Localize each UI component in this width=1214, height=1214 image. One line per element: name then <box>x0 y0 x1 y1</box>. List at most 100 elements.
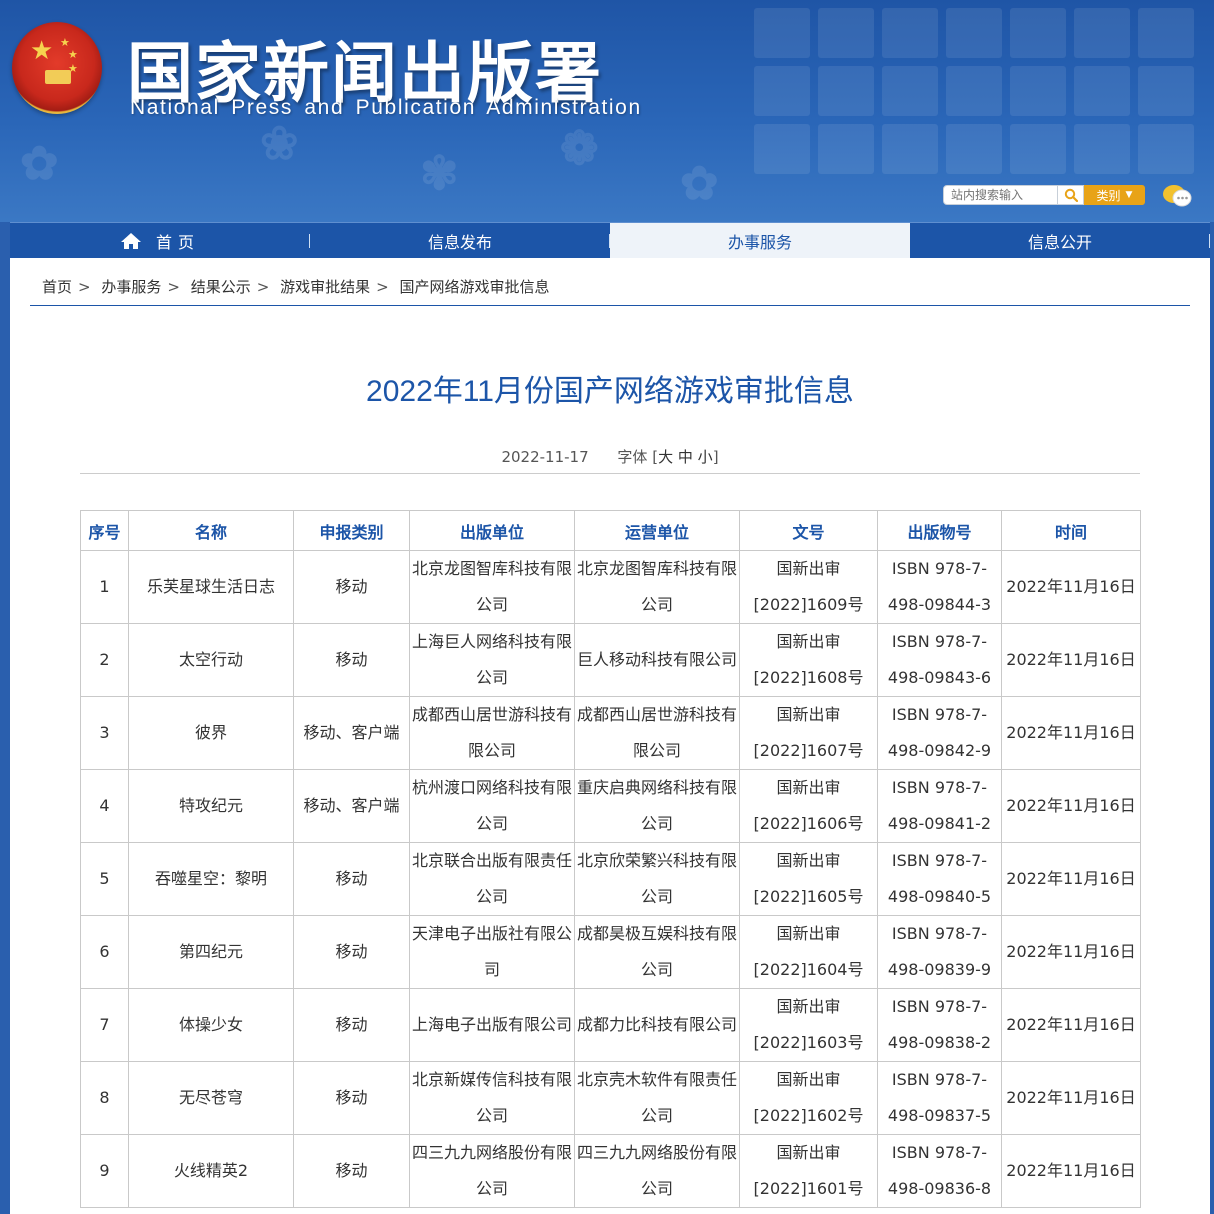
cell-operator: 北京龙图智库科技有限公司 <box>574 550 740 624</box>
cell-isbn: ISBN 978-7-498-09836-8 <box>877 1134 1002 1208</box>
cell-publisher: 成都西山居世游科技有限公司 <box>409 696 575 770</box>
cell-publisher: 北京龙图智库科技有限公司 <box>409 550 575 624</box>
search-button[interactable] <box>1058 185 1084 205</box>
search-bar: 类别 ▼ <box>943 184 1145 206</box>
cell-no: 9 <box>80 1134 129 1208</box>
national-emblem-icon[interactable]: ★ ★ ★ ★ ★ <box>12 22 102 114</box>
font-size-large[interactable]: 大 <box>658 448 673 466</box>
cell-type: 移动 <box>293 842 410 916</box>
table-row: 6 第四纪元 移动 天津电子出版社有限公司 成都昊极互娱科技有限公司 国新出审[2022]… <box>80 915 1141 989</box>
breadcrumb-link[interactable]: 国产网络游戏审批信息 <box>400 278 550 296</box>
nav-label: 首页 <box>155 233 200 252</box>
cell-name: 太空行动 <box>128 623 294 697</box>
game-approval-table: 序号 名称 申报类别 出版单位 运营单位 文号 出版物号 时间 1 乐芙星球生活日… <box>80 510 1141 1208</box>
cell-isbn: ISBN 978-7-498-09842-9 <box>877 696 1002 770</box>
breadcrumb-link[interactable]: 游戏审批结果 <box>280 278 370 296</box>
cell-name: 特攻纪元 <box>128 769 294 843</box>
column-header: 文号 <box>739 510 878 551</box>
cell-type: 移动 <box>293 550 410 624</box>
cell-operator: 北京壳木软件有限责任公司 <box>574 1061 740 1135</box>
article-title: 2022年11月份国产网络游戏审批信息 <box>366 375 854 408</box>
cell-publisher: 北京新媒传信科技有限公司 <box>409 1061 575 1135</box>
cell-doc: 国新出审[2022]1606号 <box>739 769 878 843</box>
font-size-medium[interactable]: 中 <box>678 448 693 466</box>
cell-doc: 国新出审[2022]1607号 <box>739 696 878 770</box>
cell-publisher: 上海巨人网络科技有限公司 <box>409 623 575 697</box>
cell-name: 火线精英2 <box>128 1134 294 1208</box>
nav-item-info-release[interactable]: 信息发布 <box>310 223 610 259</box>
cell-publisher: 天津电子出版社有限公司 <box>409 915 575 989</box>
breadcrumb-link[interactable]: 首页 <box>42 278 72 296</box>
cell-doc: 国新出审[2022]1601号 <box>739 1134 878 1208</box>
table-row: 3 彼界 移动、客户端 成都西山居世游科技有限公司 成都西山居世游科技有限公司 国新出审[… <box>80 696 1141 770</box>
breadcrumb-link[interactable]: 结果公示 <box>191 278 251 296</box>
cell-type: 移动、客户端 <box>293 769 410 843</box>
column-header: 运营单位 <box>574 510 740 551</box>
bracket: ] <box>712 448 719 466</box>
chat-icon[interactable] <box>1162 183 1192 209</box>
site-header: ✿ ❀ ✾ ❁ ✿ ★ ★ ★ ★ ★ 国家新闻出版署 National Pre… <box>0 0 1214 222</box>
column-header: 出版物号 <box>877 510 1002 551</box>
column-header: 申报类别 <box>293 510 410 551</box>
column-header: 名称 <box>128 510 294 551</box>
cell-doc: 国新出审[2022]1604号 <box>739 915 878 989</box>
column-header: 序号 <box>80 510 129 551</box>
nav-item-services[interactable]: 办事服务 <box>610 223 910 259</box>
cell-type: 移动 <box>293 1134 410 1208</box>
cell-type: 移动 <box>293 915 410 989</box>
publish-date: 2022-11-17 <box>501 448 589 466</box>
breadcrumb-link[interactable]: 办事服务 <box>101 278 161 296</box>
cell-publisher: 上海电子出版有限公司 <box>409 988 575 1062</box>
nav-label: 信息公开 <box>1027 233 1092 252</box>
cell-no: 7 <box>80 988 129 1062</box>
meta-divider <box>80 473 1140 474</box>
nav-label: 办事服务 <box>727 233 792 252</box>
cell-publisher: 四三九九网络股份有限公司 <box>409 1134 575 1208</box>
nav-item-info-disclosure[interactable]: 信息公开 <box>910 223 1210 259</box>
column-header: 出版单位 <box>409 510 575 551</box>
cell-doc: 国新出审[2022]1608号 <box>739 623 878 697</box>
nav-item-home[interactable]: 首页 <box>10 223 310 259</box>
cell-operator: 四三九九网络股份有限公司 <box>574 1134 740 1208</box>
cell-isbn: ISBN 978-7-498-09837-5 <box>877 1061 1002 1135</box>
cell-no: 2 <box>80 623 129 697</box>
cell-date: 2022年11月16日 <box>1001 769 1141 843</box>
main-nav: 首页 信息发布 办事服务 信息公开 <box>10 222 1210 259</box>
cell-isbn: ISBN 978-7-498-09844-3 <box>877 550 1002 624</box>
cell-operator: 北京欣荣繁兴科技有限公司 <box>574 842 740 916</box>
cell-date: 2022年11月16日 <box>1001 696 1141 770</box>
cell-operator: 成都昊极互娱科技有限公司 <box>574 915 740 989</box>
cell-doc: 国新出审[2022]1602号 <box>739 1061 878 1135</box>
cell-isbn: ISBN 978-7-498-09839-9 <box>877 915 1002 989</box>
cell-operator: 成都西山居世游科技有限公司 <box>574 696 740 770</box>
cell-no: 4 <box>80 769 129 843</box>
search-input[interactable] <box>943 185 1058 205</box>
caret-down-icon: ▼ <box>1125 190 1133 200</box>
cell-type: 移动 <box>293 1061 410 1135</box>
cell-date: 2022年11月16日 <box>1001 988 1141 1062</box>
font-size-small[interactable]: 小 <box>698 448 713 466</box>
site-subtitle: National Press and Publication Administr… <box>130 96 642 119</box>
cell-no: 5 <box>80 842 129 916</box>
breadcrumb: 首页 > 办事服务 > 结果公示 > 游戏审批结果 > 国产网络游戏审批信息 <box>42 278 550 296</box>
header-decoration <box>744 0 1214 215</box>
cell-doc: 国新出审[2022]1603号 <box>739 988 878 1062</box>
breadcrumb-divider <box>30 305 1190 306</box>
cell-type: 移动、客户端 <box>293 696 410 770</box>
table-row: 7 体操少女 移动 上海电子出版有限公司 成都力比科技有限公司 国新出审[2022]160… <box>80 988 1141 1062</box>
table-row: 2 太空行动 移动 上海巨人网络科技有限公司 巨人移动科技有限公司 国新出审[2022]1… <box>80 623 1141 697</box>
table-header-row: 序号 名称 申报类别 出版单位 运营单位 文号 出版物号 时间 <box>80 510 1141 551</box>
category-label: 类别 <box>1096 188 1121 203</box>
cell-operator: 重庆启典网络科技有限公司 <box>574 769 740 843</box>
category-dropdown[interactable]: 类别 ▼ <box>1084 185 1145 205</box>
cell-no: 8 <box>80 1061 129 1135</box>
cell-isbn: ISBN 978-7-498-09840-5 <box>877 842 1002 916</box>
cell-no: 6 <box>80 915 129 989</box>
cell-name: 彼界 <box>128 696 294 770</box>
cell-name: 乐芙星球生活日志 <box>128 550 294 624</box>
cell-no: 1 <box>80 550 129 624</box>
cell-type: 移动 <box>293 623 410 697</box>
cell-publisher: 北京联合出版有限责任公司 <box>409 842 575 916</box>
cell-date: 2022年11月16日 <box>1001 623 1141 697</box>
table-row: 4 特攻纪元 移动、客户端 杭州渡口网络科技有限公司 重庆启典网络科技有限公司 国新出审[… <box>80 769 1141 843</box>
